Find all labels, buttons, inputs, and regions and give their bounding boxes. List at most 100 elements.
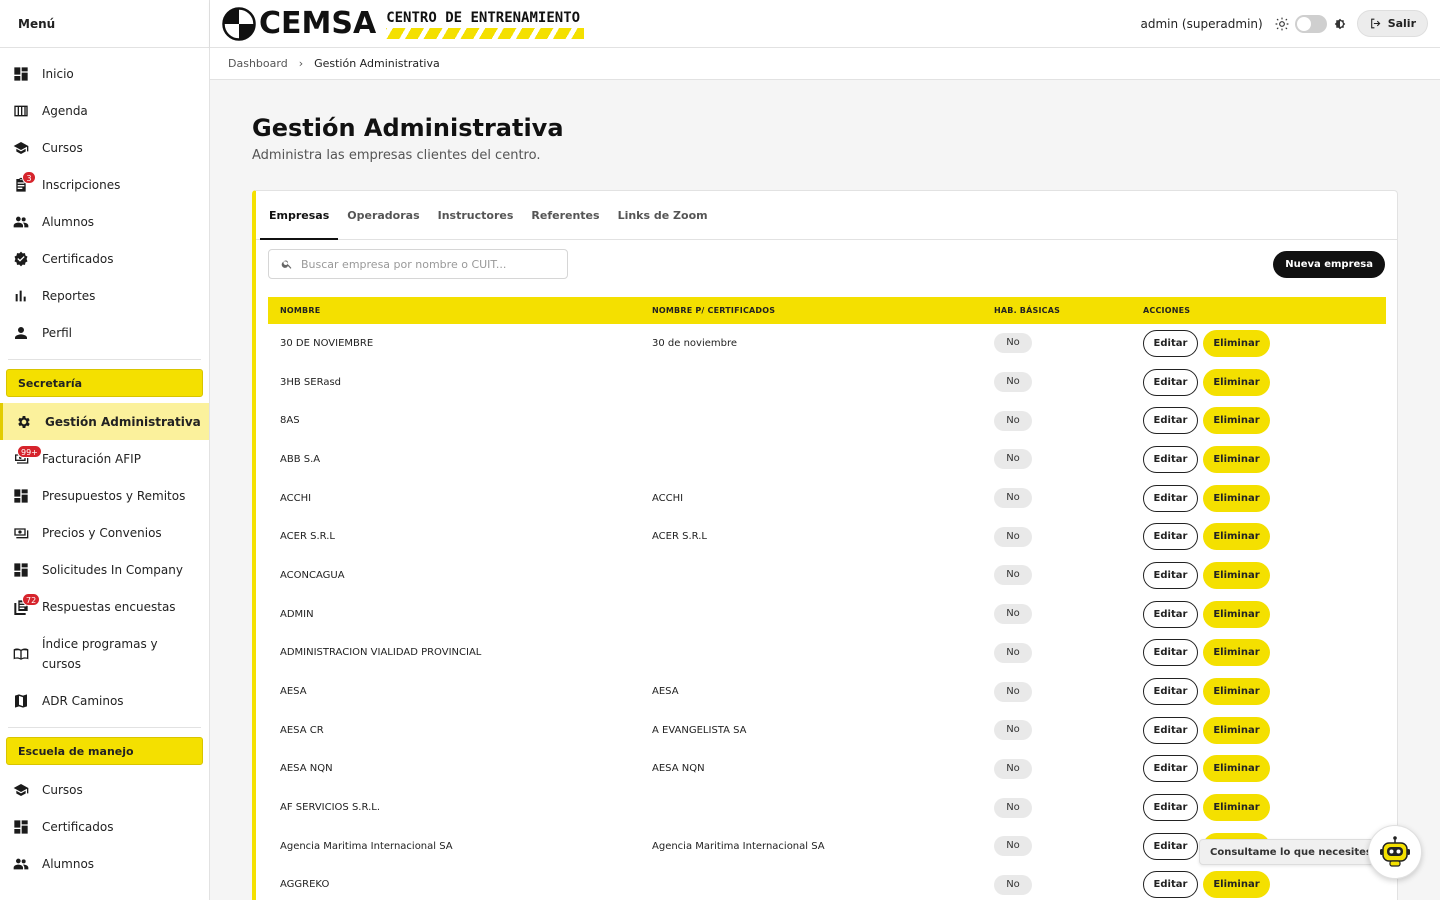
edit-button[interactable]: Editar — [1143, 755, 1198, 783]
header-nombre-certificados[interactable]: NOMBRE P/ CERTIFICADOS — [640, 306, 982, 315]
delete-button[interactable]: Eliminar — [1203, 794, 1270, 822]
theme-toggle[interactable] — [1294, 14, 1327, 33]
sidebar-item-presupuestos-y-remitos[interactable]: Presupuestos y Remitos — [0, 477, 209, 514]
sidebar-item-label: Perfil — [42, 325, 73, 340]
tab-instructores[interactable]: Instructores — [429, 191, 523, 239]
sidebar-item-reportes[interactable]: Reportes — [0, 277, 209, 314]
table-body: 30 DE NOVIEMBRE 30 de noviembre No Editar El… — [268, 324, 1386, 900]
delete-button[interactable]: Eliminar — [1203, 600, 1270, 628]
sidebar-item-adr-caminos[interactable]: ADR Caminos — [0, 682, 209, 719]
brand-name: CEMSA — [259, 6, 377, 41]
sidebar-item-solicitudes-in-company[interactable]: Solicitudes In Company — [0, 551, 209, 588]
gear-icon — [16, 414, 32, 430]
brand-subtitle-block: CENTRO DE ENTRENAMIENTO — [386, 10, 585, 39]
edit-button[interactable]: Editar — [1143, 523, 1198, 551]
delete-button[interactable]: Eliminar — [1203, 407, 1270, 435]
chatbot-button[interactable] — [1368, 825, 1422, 879]
sidebar-divider — [8, 359, 201, 360]
sidebar-item-label: Alumnos — [42, 856, 95, 871]
table-row: AESA AESA No Editar Eliminar — [268, 672, 1386, 711]
toggle-knob — [1296, 16, 1311, 31]
sidebar-item-cursos[interactable]: Cursos — [0, 771, 209, 808]
sidebar-item-facturacion-afip[interactable]: 99+ Facturación AFIP — [0, 440, 209, 477]
edit-button[interactable]: Editar — [1143, 368, 1198, 396]
cell-acciones: EditarEliminar — [1131, 329, 1386, 357]
sidebar-item-perfil[interactable]: Perfil — [0, 314, 209, 351]
sidebar-item-label: Precios y Convenios — [42, 525, 162, 540]
delete-button[interactable]: Eliminar — [1203, 871, 1270, 899]
table-row: 8AS No Editar Eliminar — [268, 401, 1386, 440]
notification-badge: 3 — [22, 171, 36, 184]
search-input[interactable] — [301, 257, 561, 271]
edit-button[interactable]: Editar — [1143, 832, 1198, 860]
edit-button[interactable]: Editar — [1143, 407, 1198, 435]
sidebar-item-certificados[interactable]: Certificados — [0, 808, 209, 845]
sidebar-item-label: ADR Caminos — [42, 693, 124, 708]
edit-button[interactable]: Editar — [1143, 561, 1198, 589]
edit-button[interactable]: Editar — [1143, 794, 1198, 822]
hab-basicas-pill: No — [994, 526, 1032, 547]
edit-button[interactable]: Editar — [1143, 600, 1198, 628]
robot-icon — [1380, 836, 1410, 867]
delete-button[interactable]: Eliminar — [1203, 484, 1270, 512]
edit-button[interactable]: Editar — [1143, 445, 1198, 473]
sidebar-item-inicio[interactable]: Inicio — [0, 55, 209, 92]
sidebar-item-agenda[interactable]: Agenda — [0, 92, 209, 129]
sidebar-item-respuestas-encuestas[interactable]: 72 Respuestas encuestas — [0, 588, 209, 625]
tab-empresas[interactable]: Empresas — [260, 191, 339, 240]
new-company-button[interactable]: Nueva empresa — [1273, 251, 1385, 278]
cell-acciones: EditarEliminar — [1131, 445, 1386, 473]
delete-button[interactable]: Eliminar — [1203, 755, 1270, 783]
table-row: ADMIN No Editar Eliminar — [268, 595, 1386, 634]
dashboard-icon — [13, 562, 29, 578]
sidebar-divider — [8, 727, 201, 728]
delete-button[interactable]: Eliminar — [1203, 639, 1270, 667]
delete-button[interactable]: Eliminar — [1203, 561, 1270, 589]
search-box[interactable] — [268, 249, 568, 279]
delete-button[interactable]: Eliminar — [1203, 368, 1270, 396]
delete-button[interactable]: Eliminar — [1203, 445, 1270, 473]
tab-referentes[interactable]: Referentes — [522, 191, 608, 239]
tab-links-de-zoom[interactable]: Links de Zoom — [609, 191, 717, 239]
logout-button[interactable]: Salir — [1356, 10, 1428, 37]
header-hab-basicas[interactable]: HAB. BÁSICAS — [982, 306, 1131, 315]
delete-button[interactable]: Eliminar — [1203, 523, 1270, 551]
header-nombre[interactable]: NOMBRE — [268, 306, 640, 315]
sidebar-item-cursos[interactable]: Cursos — [0, 129, 209, 166]
tab-operadoras[interactable]: Operadoras — [338, 191, 428, 239]
sidebar-item-certificados[interactable]: Certificados — [0, 240, 209, 277]
cell-hab-basicas: No — [982, 758, 1131, 779]
breadcrumb-dashboard-link[interactable]: Dashboard — [228, 57, 288, 70]
sidebar-item-indice-programas-y-cursos[interactable]: Índice programas y cursos — [0, 625, 209, 682]
hab-basicas-pill: No — [994, 720, 1032, 741]
sidebar-item-inscripciones[interactable]: 3 Inscripciones — [0, 166, 209, 203]
table-row: 30 DE NOVIEMBRE 30 de noviembre No Editar El… — [268, 324, 1386, 363]
edit-button[interactable]: Editar — [1143, 329, 1198, 357]
edit-button[interactable]: Editar — [1143, 871, 1198, 899]
breadcrumb: Dashboard › Gestión Administrativa — [210, 48, 1440, 80]
cell-nombre-certificado: ACCHI — [652, 492, 684, 504]
page-title: Gestión Administrativa — [252, 114, 564, 142]
cell-acciones: EditarEliminar — [1131, 407, 1386, 435]
sidebar-item-alumnos[interactable]: Alumnos — [0, 845, 209, 882]
hab-basicas-pill: No — [994, 642, 1032, 663]
sidebar-item-alumnos[interactable]: Alumnos — [0, 203, 209, 240]
cell-nombre: AF SERVICIOS S.R.L. — [280, 802, 381, 814]
delete-button[interactable]: Eliminar — [1203, 678, 1270, 706]
sidebar-item-label: Alumnos — [42, 214, 95, 229]
logout-label: Salir — [1387, 17, 1416, 30]
edit-button[interactable]: Editar — [1143, 639, 1198, 667]
moon-contrast-icon — [1333, 17, 1347, 31]
sidebar-item-gestion-administrativa[interactable]: Gestión Administrativa — [0, 403, 209, 440]
breadcrumb-current: Gestión Administrativa — [314, 57, 440, 70]
edit-button[interactable]: Editar — [1143, 716, 1198, 744]
delete-button[interactable]: Eliminar — [1203, 716, 1270, 744]
delete-button[interactable]: Eliminar — [1203, 329, 1270, 357]
edit-button[interactable]: Editar — [1143, 484, 1198, 512]
hab-basicas-pill: No — [994, 681, 1032, 702]
cemsa-logo[interactable]: CEMSA CENTRO DE ENTRENAMIENTO — [222, 6, 585, 41]
edit-button[interactable]: Editar — [1143, 678, 1198, 706]
sidebar-item-precios-y-convenios[interactable]: Precios y Convenios — [0, 514, 209, 551]
cell-nombre: 30 DE NOVIEMBRE — [280, 337, 374, 349]
cell-hab-basicas: No — [982, 526, 1131, 547]
